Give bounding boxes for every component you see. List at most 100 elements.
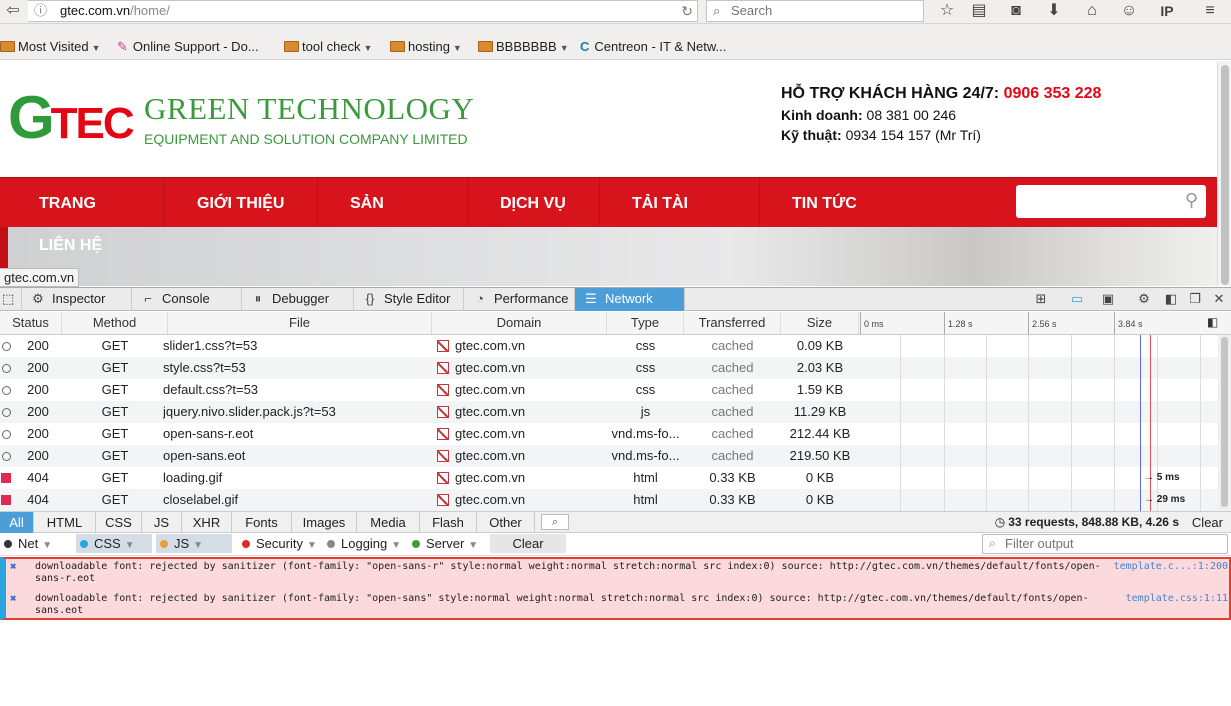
filter-media[interactable]: Media xyxy=(357,512,420,533)
browser-search-box[interactable]: ⌕ xyxy=(706,0,924,22)
folder-icon xyxy=(478,41,493,52)
menu-item-contact[interactable]: LIÊN HỆ xyxy=(39,237,102,255)
filter-xhr[interactable]: XHR xyxy=(182,512,232,533)
col-method[interactable]: Method xyxy=(62,312,168,334)
bookmark-star-icon[interactable]: ☆ xyxy=(934,0,960,22)
pick-element-icon[interactable]: ⬚ xyxy=(0,288,22,311)
clear-console-button[interactable]: Clear xyxy=(490,534,566,553)
home-icon[interactable]: ⌂ xyxy=(1079,0,1105,22)
col-status[interactable]: Status xyxy=(0,312,62,334)
waterfall-gridline xyxy=(986,467,987,489)
split-console-icon[interactable]: ▭ xyxy=(1066,288,1088,311)
dock-side-icon[interactable]: ◧ xyxy=(1160,288,1182,311)
console-filter-js[interactable]: JS ▼ xyxy=(156,534,232,553)
tab-network[interactable]: ☰ Network xyxy=(575,288,685,311)
bookmark-bbbbbbb[interactable]: BBBBBBB ▼ xyxy=(478,38,569,56)
reload-icon[interactable]: ↻ xyxy=(681,1,693,21)
filter-all[interactable]: All xyxy=(0,512,34,533)
filter-output-box[interactable]: ⌕ xyxy=(982,534,1228,554)
menu-item-products[interactable]: SẢN PHẨM xyxy=(318,178,468,264)
settings-icon[interactable]: ⚙ xyxy=(1133,288,1155,311)
back-arrow-icon[interactable]: ⇦ xyxy=(0,0,26,22)
col-size[interactable]: Size xyxy=(781,312,859,334)
col-domain[interactable]: Domain xyxy=(432,312,607,334)
filter-fonts[interactable]: Fonts xyxy=(232,512,292,533)
close-icon[interactable]: ✕ xyxy=(1208,288,1230,311)
url-bar[interactable]: ⓘ gtec.com.vn/home/ ↻ xyxy=(28,0,698,22)
centreon-icon: C xyxy=(580,39,590,54)
tab-performance[interactable]: ◔ Performance xyxy=(464,288,575,311)
filter-other[interactable]: Other xyxy=(477,512,535,533)
message-source-link[interactable]: template.css:1:11 xyxy=(1126,593,1228,605)
download-icon[interactable]: ⬇ xyxy=(1041,0,1067,22)
ip-icon[interactable]: IP xyxy=(1154,0,1180,22)
cell-file: slider1.css?t=53 xyxy=(163,338,258,353)
network-request-row[interactable]: 404 GET loading.gif html 0.33 KB 0 KB gtec.com… xyxy=(0,467,1218,489)
bookmark-centreon[interactable]: C Centreon - IT & Netw... xyxy=(580,38,726,56)
pocket-icon[interactable]: ◙ xyxy=(1003,0,1029,22)
scrollbar-thumb[interactable] xyxy=(1221,337,1228,507)
console-filter-security[interactable]: Security ▼ xyxy=(238,534,320,553)
menu-item-news[interactable]: TIN TỨC xyxy=(760,178,890,228)
cell-status: 200 xyxy=(27,338,49,353)
responsive-icon[interactable]: ⊞ xyxy=(1030,288,1052,311)
search-icon[interactable]: ⚲ xyxy=(1185,190,1198,211)
cell-domain: gtec.com.vn xyxy=(437,401,607,423)
menu-item-home[interactable]: TRANG CHỦ xyxy=(7,178,165,264)
gtec-logo[interactable]: GTEC xyxy=(8,85,135,157)
filter-output-input[interactable] xyxy=(1005,536,1221,551)
network-request-row[interactable]: 200 GET open-sans-r.eot vnd.ms-fo... cached 2… xyxy=(0,423,1218,445)
network-scrollbar[interactable] xyxy=(1218,335,1231,511)
waterfall-gridline xyxy=(1200,423,1201,445)
network-request-row[interactable]: 200 GET open-sans.eot vnd.ms-fo... cached 219… xyxy=(0,445,1218,467)
bookmark-hosting[interactable]: hosting ▼ xyxy=(390,38,462,56)
col-file[interactable]: File xyxy=(168,312,432,334)
message-source-link[interactable]: template.c...:1:200 xyxy=(1114,561,1228,573)
tab-debugger[interactable]: ⏸ Debugger xyxy=(242,288,354,311)
bookmark-tool-check[interactable]: tool check ▼ xyxy=(284,38,372,56)
info-icon[interactable]: ⓘ xyxy=(34,1,47,21)
scratchpad-icon[interactable]: ▣ xyxy=(1097,288,1119,311)
filter-label: Logging xyxy=(341,536,388,551)
tech-label: Kỹ thuật: xyxy=(781,127,842,143)
collapse-sidebar-icon[interactable]: ◧ xyxy=(1207,315,1218,329)
console-filter-css[interactable]: CSS ▼ xyxy=(76,534,152,553)
browser-search-input[interactable] xyxy=(731,3,911,18)
menu-item-about[interactable]: GIỚI THIỆU xyxy=(165,178,318,228)
filter-js[interactable]: JS xyxy=(142,512,182,533)
filter-images[interactable]: Images xyxy=(292,512,357,533)
bookmark-online-support[interactable]: ✎ Online Support - Do... xyxy=(117,38,259,56)
undock-icon[interactable]: ❐ xyxy=(1184,288,1206,311)
bookmark-most-visited[interactable]: Most Visited ▼ xyxy=(0,38,101,56)
clear-network-button[interactable]: Clear xyxy=(1192,512,1223,533)
col-type[interactable]: Type xyxy=(607,312,684,334)
chat-icon[interactable]: ☺ xyxy=(1116,0,1142,22)
filter-flash[interactable]: Flash xyxy=(420,512,477,533)
network-request-row[interactable]: 200 GET style.css?t=53 css cached 2.03 KB gtec… xyxy=(0,357,1218,379)
col-transferred[interactable]: Transferred xyxy=(684,312,781,334)
menu-item-downloads[interactable]: TẢI TÀI LIỆU xyxy=(600,178,760,264)
network-request-row[interactable]: 200 GET default.css?t=53 css cached 1.59 KB gt… xyxy=(0,379,1218,401)
filter-css[interactable]: CSS xyxy=(96,512,142,533)
cell-transferred: cached xyxy=(711,360,754,375)
dom-content-loaded-marker xyxy=(1140,445,1141,467)
reading-list-icon[interactable]: ▤ xyxy=(966,0,992,22)
scrollbar-thumb[interactable] xyxy=(1221,65,1229,285)
menu-item-services[interactable]: DỊCH VỤ xyxy=(468,178,600,228)
console-filter-net[interactable]: Net ▼ xyxy=(0,534,70,553)
menu-icon[interactable]: ≡ xyxy=(1197,0,1223,22)
console-filter-server[interactable]: Server ▼ xyxy=(408,534,484,553)
network-request-row[interactable]: 404 GET closelabel.gif html 0.33 KB 0 KB gtec.… xyxy=(0,489,1218,511)
network-request-row[interactable]: 200 GET jquery.nivo.slider.pack.js?t=53 js c… xyxy=(0,401,1218,423)
filter-html[interactable]: HTML xyxy=(34,512,96,533)
search-icon[interactable]: ⌕ xyxy=(541,514,569,530)
timeline-tick: 2.56 s xyxy=(1028,312,1057,334)
page-scrollbar[interactable] xyxy=(1217,61,1231,286)
console-filter-logging[interactable]: Logging ▼ xyxy=(323,534,407,553)
cell-method: GET xyxy=(101,470,129,485)
network-request-row[interactable]: 200 GET slider1.css?t=53 css cached 0.09 KB gt… xyxy=(0,335,1218,357)
tab-console[interactable]: ⌐ Console xyxy=(132,288,242,311)
site-search-input[interactable]: ⚲ xyxy=(1016,185,1206,218)
tab-inspector[interactable]: ⚙ Inspector xyxy=(22,288,132,311)
tab-style-editor[interactable]: {} Style Editor xyxy=(354,288,464,311)
